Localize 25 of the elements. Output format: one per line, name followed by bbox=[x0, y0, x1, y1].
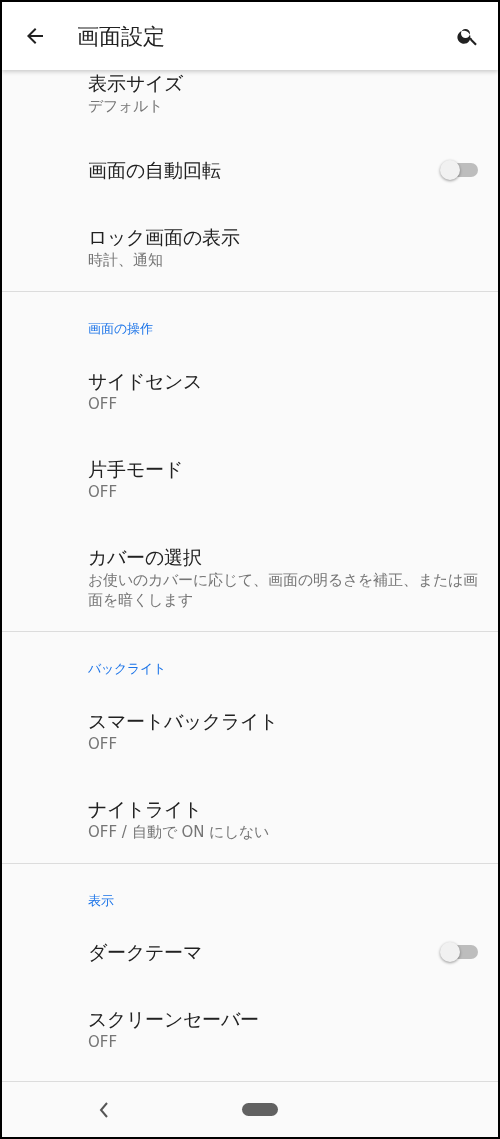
setting-title: カバーの選択 bbox=[88, 545, 203, 570]
setting-title: 表示サイズ bbox=[88, 71, 183, 96]
section-header: バックライト bbox=[87, 660, 167, 678]
setting-title: 片手モード bbox=[88, 457, 183, 482]
toggle-switch[interactable] bbox=[442, 163, 478, 177]
setting-title: ダークテーマ bbox=[88, 940, 202, 965]
setting-summary: 時計、通知 bbox=[88, 250, 164, 270]
setting-title: サイドセンス bbox=[88, 369, 202, 394]
setting-summary: デフォルト bbox=[88, 96, 164, 116]
setting-title: スマートバックライト bbox=[88, 709, 278, 734]
setting-summary: OFF / 自動で ON にしない bbox=[88, 822, 270, 842]
setting-summary: OFF bbox=[88, 394, 119, 414]
setting-summary: OFF bbox=[88, 1032, 119, 1052]
setting-title: スクリーンセーバー bbox=[88, 1007, 259, 1032]
screen-title: 画面設定 bbox=[77, 22, 165, 51]
section-header: 画面の操作 bbox=[87, 320, 154, 338]
toggle-switch[interactable] bbox=[442, 945, 478, 959]
setting-summary: OFF bbox=[88, 482, 119, 502]
home-handle[interactable] bbox=[242, 1103, 278, 1116]
setting-title: 画面の自動回転 bbox=[88, 158, 221, 183]
section-header: 表示 bbox=[87, 892, 115, 910]
setting-summary: OFF bbox=[88, 734, 119, 754]
setting-title: ロック画面の表示 bbox=[88, 225, 240, 250]
setting-title: ナイトライト bbox=[88, 797, 203, 822]
setting-summary: お使いのカバーに応じて、画面の明るさを補正、または画面を暗くします bbox=[88, 570, 478, 610]
